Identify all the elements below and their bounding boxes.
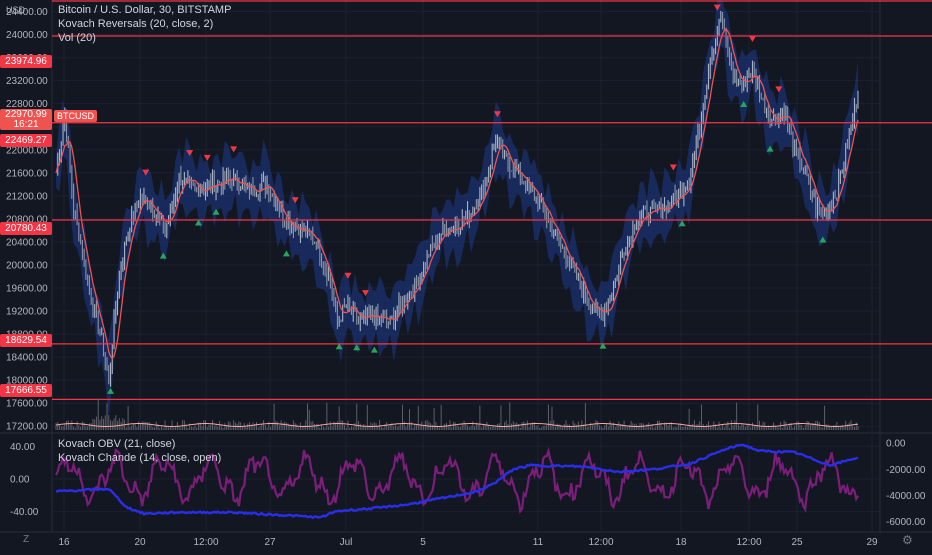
price-tick-label: 18400.00 xyxy=(6,353,48,364)
price-tick-label: 17600.00 xyxy=(6,399,48,410)
time-tick-label: Jul xyxy=(340,537,353,548)
time-tick-label: 16 xyxy=(58,537,70,548)
osc-left-tick-label: 40.00 xyxy=(10,442,35,453)
price-tick-label: 17200.00 xyxy=(6,422,48,433)
time-tick-label: 18 xyxy=(675,537,687,548)
sub-legend: Kovach OBV (21, close) Kovach Chande (14… xyxy=(58,437,221,465)
level-badge-2: 22469.27 xyxy=(0,134,52,147)
time-tick-label: 12:00 xyxy=(193,537,218,548)
legend-indicator-reversals[interactable]: Kovach Reversals (20, close, 2) xyxy=(58,17,231,31)
settings-gear-icon[interactable]: ⚙ xyxy=(902,533,913,547)
level-badge-5: 17666.55 xyxy=(0,384,52,397)
time-tick-label: 20 xyxy=(134,537,146,548)
buy-reversal-marker xyxy=(370,346,378,353)
legend-chande[interactable]: Kovach Chande (14, close, open) xyxy=(58,451,221,465)
legend-obv[interactable]: Kovach OBV (21, close) xyxy=(58,437,221,451)
time-tick-label: 11 xyxy=(533,537,544,548)
price-axis-unit: USD xyxy=(6,5,26,15)
osc-right-tick-label: -6000.00 xyxy=(886,517,926,528)
price-tick-label: 21200.00 xyxy=(6,191,48,202)
buy-reversal-marker xyxy=(282,250,290,257)
osc-left-tick-label: 0.00 xyxy=(10,474,30,485)
level-badge-3: 20780.43 xyxy=(0,222,52,235)
level-badge-4: 18629.54 xyxy=(0,334,52,347)
price-tick-label: 20000.00 xyxy=(6,260,48,271)
time-tick-label: 5 xyxy=(420,537,426,548)
main-legend: Bitcoin / U.S. Dollar, 30, BITSTAMP Kova… xyxy=(58,3,231,45)
chart-canvas[interactable]: 24400.0024000.0023600.0023200.0022800.00… xyxy=(0,0,932,550)
price-tick-label: 19600.00 xyxy=(6,284,48,295)
last-price-countdown: 16:21 xyxy=(13,119,39,130)
time-tick-label: 12:00 xyxy=(588,537,613,548)
osc-left-tick-label: -40.00 xyxy=(10,507,39,518)
sell-reversal-marker xyxy=(669,164,677,171)
time-tick-label: 27 xyxy=(264,537,276,548)
legend-main-title[interactable]: Bitcoin / U.S. Dollar, 30, BITSTAMP xyxy=(58,3,231,17)
osc-right-tick-label: -4000.00 xyxy=(886,491,926,502)
price-tick-label: 19200.00 xyxy=(6,307,48,318)
sell-reversal-marker xyxy=(203,154,211,161)
time-tick-label: 29 xyxy=(866,537,878,548)
time-tick-label: 12:00 xyxy=(736,537,761,548)
last-price-badge: 22970.99 16:21 xyxy=(0,109,52,130)
price-tick-label: 24000.00 xyxy=(6,30,48,41)
trading-chart[interactable]: 24400.0024000.0023600.0023200.0022800.00… xyxy=(0,0,932,550)
time-tick-label: 25 xyxy=(791,537,803,548)
price-tick-label: 21600.00 xyxy=(6,168,48,179)
symbol-tag: BTCUSD xyxy=(54,110,98,122)
level-badge-1: 23974.96 xyxy=(0,55,52,68)
osc-right-tick-label: -2000.00 xyxy=(886,465,926,476)
price-tick-label: 23200.00 xyxy=(6,76,48,87)
price-tick-label: 20400.00 xyxy=(6,237,48,248)
osc-right-tick-label: 0.00 xyxy=(886,439,906,450)
sell-reversal-marker xyxy=(748,36,756,43)
legend-indicator-volume[interactable]: Vol (20) xyxy=(58,31,231,45)
auto-scale-icon[interactable]: Z xyxy=(23,534,29,545)
